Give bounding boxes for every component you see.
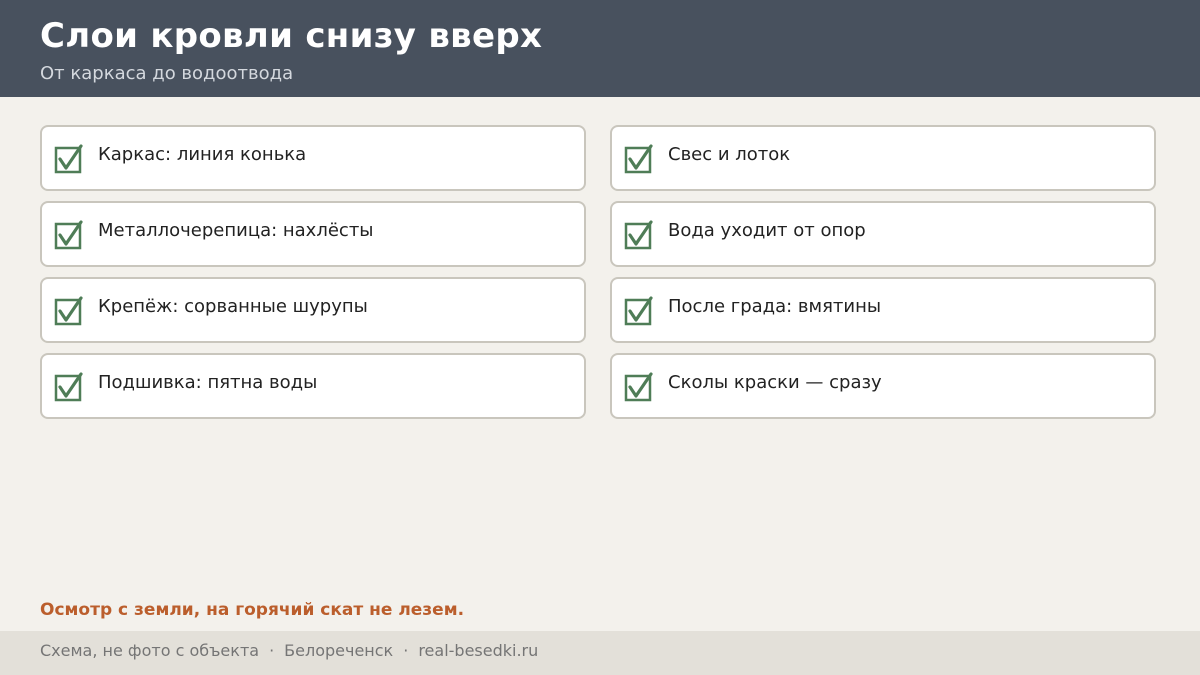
footer-city: Белореченск <box>284 641 394 660</box>
footer-site-link[interactable]: real-besedki.ru <box>418 641 538 660</box>
checklist-item: Металлочерепица: нахлёсты <box>40 201 586 267</box>
checkbox-checked-icon <box>54 372 84 402</box>
footer-text: Схема, не фото с объекта · Белореченск · rea… <box>40 641 538 660</box>
checklist-item-label: Металлочерепица: нахлёсты <box>98 220 374 241</box>
checklist-item: Сколы краски — сразу <box>610 353 1156 419</box>
checklist-item-label: Крепёж: сорванные шурупы <box>98 296 368 317</box>
checklist-item: Вода уходит от опор <box>610 201 1156 267</box>
checklist-item: Свес и лоток <box>610 125 1156 191</box>
checklist-item-label: Свес и лоток <box>668 144 791 165</box>
checklist-item: После града: вмятины <box>610 277 1156 343</box>
checkbox-checked-icon <box>624 144 654 174</box>
checkbox-checked-icon <box>54 296 84 326</box>
checklist-item-label: Подшивка: пятна воды <box>98 372 318 393</box>
checklist-item: Подшивка: пятна воды <box>40 353 586 419</box>
page-subtitle: От каркаса до водоотвода <box>40 63 294 84</box>
checkbox-checked-icon <box>54 220 84 250</box>
checkbox-checked-icon <box>624 372 654 402</box>
checkbox-checked-icon <box>624 296 654 326</box>
checklist-item-label: После града: вмятины <box>668 296 882 317</box>
footer-disclaimer: Схема, не фото с объекта <box>40 641 260 660</box>
checkbox-checked-icon <box>624 220 654 250</box>
header: Слои кровли снизу вверх От каркаса до во… <box>0 0 1200 97</box>
warning-note: Осмотр с земли, на горячий скат не лезем… <box>40 600 465 620</box>
checklist-item: Крепёж: сорванные шурупы <box>40 277 586 343</box>
footer: Схема, не фото с объекта · Белореченск · rea… <box>0 631 1200 675</box>
checklist-item-label: Вода уходит от опор <box>668 220 866 241</box>
checklist-item-label: Сколы краски — сразу <box>668 372 882 393</box>
page-title: Слои кровли снизу вверх <box>40 16 543 56</box>
checklist-grid: Каркас: линия конька Свес и лоток Металл… <box>40 125 1156 419</box>
footer-separator: · <box>403 641 409 660</box>
checklist-item: Каркас: линия конька <box>40 125 586 191</box>
checklist-item-label: Каркас: линия конька <box>98 144 307 165</box>
checkbox-checked-icon <box>54 144 84 174</box>
footer-separator: · <box>269 641 275 660</box>
